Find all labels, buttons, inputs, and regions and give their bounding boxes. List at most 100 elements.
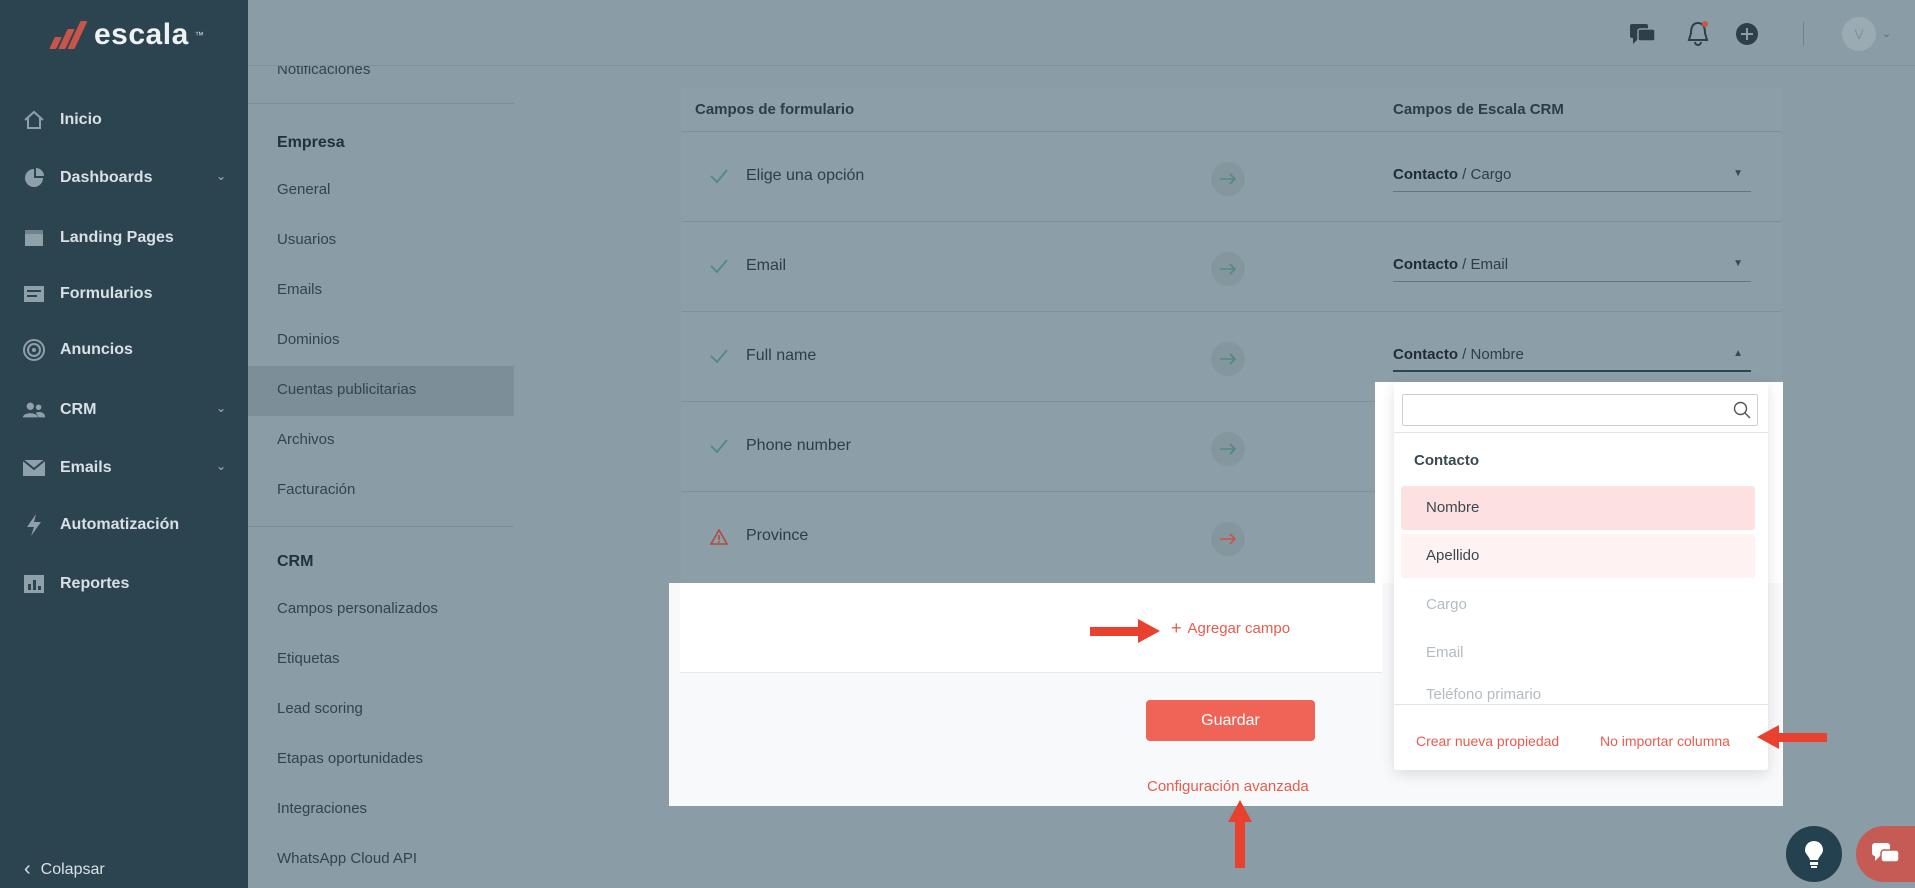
target-icon <box>22 339 46 361</box>
check-icon <box>710 169 728 184</box>
settings-item-whatsapp-cloud-api[interactable]: WhatsApp Cloud API <box>277 850 417 867</box>
bar-chart-icon <box>22 573 46 595</box>
nav-label: Automatización <box>60 516 180 533</box>
collapse-sidebar-button[interactable]: ‹ Colapsar <box>24 858 105 881</box>
dropdown-option-email: Email <box>1426 644 1464 661</box>
logo-tm: ™ <box>194 30 204 40</box>
form-field-label: Elige una opción <box>746 167 865 184</box>
settings-item-general[interactable]: General <box>277 181 330 198</box>
crm-field: Nombre <box>1470 346 1524 363</box>
divider <box>248 103 514 104</box>
logo-text: escala <box>94 18 189 51</box>
settings-item-etiquetas[interactable]: Etiquetas <box>277 650 340 667</box>
chevron-down-icon: ⌄ <box>215 169 226 183</box>
nav-item-reportes[interactable]: Reportes <box>0 562 248 606</box>
crm-object: Contacto <box>1393 166 1458 183</box>
separator: / <box>1462 166 1467 183</box>
nav-label: Inicio <box>60 111 102 128</box>
lightning-icon <box>22 514 46 536</box>
crm-field: Cargo <box>1470 166 1512 183</box>
avatar[interactable]: V <box>1842 17 1876 51</box>
chevron-down-icon: ⌄ <box>215 459 226 473</box>
people-icon <box>22 399 46 421</box>
search-icon <box>1733 401 1751 419</box>
mapping-row: Elige una opción Contacto / Cargo ▼ <box>682 131 1781 221</box>
settings-item-dominios[interactable]: Dominios <box>277 331 340 348</box>
crm-field-select[interactable]: Contacto / Email ▼ <box>1393 256 1751 282</box>
arrow-right-icon <box>1211 162 1245 196</box>
settings-item-emails[interactable]: Emails <box>277 281 322 298</box>
caret-down-icon: ▼ <box>1733 258 1743 269</box>
pie-chart-icon <box>22 167 46 189</box>
escala-logo[interactable]: escala ™ <box>48 18 204 52</box>
check-icon <box>710 259 728 274</box>
crm-object: Contacto <box>1393 256 1458 273</box>
dropdown-option-apellido[interactable]: Apellido <box>1401 534 1755 578</box>
divider <box>248 526 514 527</box>
chevron-left-icon: ‹ <box>24 858 31 880</box>
settings-item-lead-scoring[interactable]: Lead scoring <box>277 700 363 717</box>
nav-item-crm[interactable]: CRM ⌄ <box>0 388 248 432</box>
nav-label: Anuncios <box>60 341 133 358</box>
divider <box>1394 432 1768 433</box>
crm-field-select-open[interactable]: Contacto / Nombre ▲ <box>1393 346 1751 372</box>
nav-item-emails[interactable]: Emails ⌄ <box>0 446 248 490</box>
skip-column-link[interactable]: No importar columna <box>1600 733 1730 749</box>
nav-item-dashboards[interactable]: Dashboards ⌄ <box>0 156 248 200</box>
add-field-label: Agregar campo <box>1187 620 1291 637</box>
annotation-arrow-right-icon <box>1090 619 1160 643</box>
settings-item-archivos[interactable]: Archivos <box>277 431 335 448</box>
chat-support-button[interactable] <box>1856 826 1915 882</box>
form-field-label: Email <box>746 257 787 274</box>
warning-icon <box>710 529 728 545</box>
form-field-label: Phone number <box>746 437 851 454</box>
separator: / <box>1462 346 1467 363</box>
dropdown-option-nombre[interactable]: Nombre <box>1401 486 1755 530</box>
settings-item-usuarios[interactable]: Usuarios <box>277 231 336 248</box>
settings-item-integraciones[interactable]: Integraciones <box>277 800 367 817</box>
advanced-settings-link[interactable]: Configuración avanzada <box>1147 778 1309 795</box>
nav-label: Reportes <box>60 575 130 592</box>
nav-label: Formularios <box>60 285 153 302</box>
settings-section-crm: CRM <box>277 553 314 570</box>
topbar-separator <box>1803 22 1804 46</box>
nav-label: Emails <box>60 459 112 476</box>
crm-field-dropdown: Contacto Nombre Apellido Cargo Email Tel… <box>1394 382 1768 770</box>
settings-item-cuentas-publicitarias[interactable]: Cuentas publicitarias <box>277 381 416 398</box>
save-button[interactable]: Guardar <box>1146 700 1315 741</box>
settings-item-facturacion[interactable]: Facturación <box>277 481 355 498</box>
create-property-link[interactable]: Crear nueva propiedad <box>1416 733 1559 749</box>
arrow-right-icon <box>1211 342 1245 376</box>
main-sidebar: escala ™ Inicio Dashboards ⌄ Landing Page… <box>0 0 248 888</box>
nav-item-landing-pages[interactable]: Landing Pages <box>0 216 248 260</box>
form-icon <box>22 283 46 305</box>
crm-field-select[interactable]: Contacto / Cargo ▼ <box>1393 166 1751 192</box>
arrow-right-icon <box>1211 432 1245 466</box>
nav-item-formularios[interactable]: Formularios <box>0 272 248 316</box>
add-field-button[interactable]: + Agregar campo <box>1171 618 1290 639</box>
nav-item-anuncios[interactable]: Anuncios <box>0 328 248 372</box>
plus-circle-icon[interactable] <box>1733 20 1761 48</box>
form-field-label: Full name <box>746 347 817 364</box>
arrow-right-icon <box>1211 522 1245 556</box>
nav-item-inicio[interactable]: Inicio <box>0 98 248 142</box>
nav-label: CRM <box>60 401 97 418</box>
annotation-arrow-left-icon <box>1757 725 1827 749</box>
settings-item-etapas-oportunidades[interactable]: Etapas oportunidades <box>277 750 423 767</box>
crm-object: Contacto <box>1393 346 1458 363</box>
logo-mark-icon <box>48 19 88 51</box>
arrow-right-icon <box>1211 252 1245 286</box>
dropdown-search-input[interactable] <box>1402 394 1758 426</box>
caret-down-icon: ▼ <box>1733 168 1743 179</box>
settings-item-campos-personalizados[interactable]: Campos personalizados <box>277 600 438 617</box>
bell-icon[interactable] <box>1684 20 1712 48</box>
chevron-down-icon[interactable]: ⌄ <box>1882 27 1891 40</box>
lightbulb-icon <box>1805 841 1823 868</box>
caret-up-icon: ▲ <box>1733 348 1743 359</box>
chat-icon[interactable] <box>1629 20 1657 48</box>
chevron-down-icon: ⌄ <box>215 401 226 415</box>
chat-bubbles-icon <box>1871 843 1900 863</box>
nav-label: Landing Pages <box>60 229 174 246</box>
nav-item-automatizacion[interactable]: Automatización <box>0 503 248 547</box>
help-tips-button[interactable] <box>1786 826 1842 882</box>
